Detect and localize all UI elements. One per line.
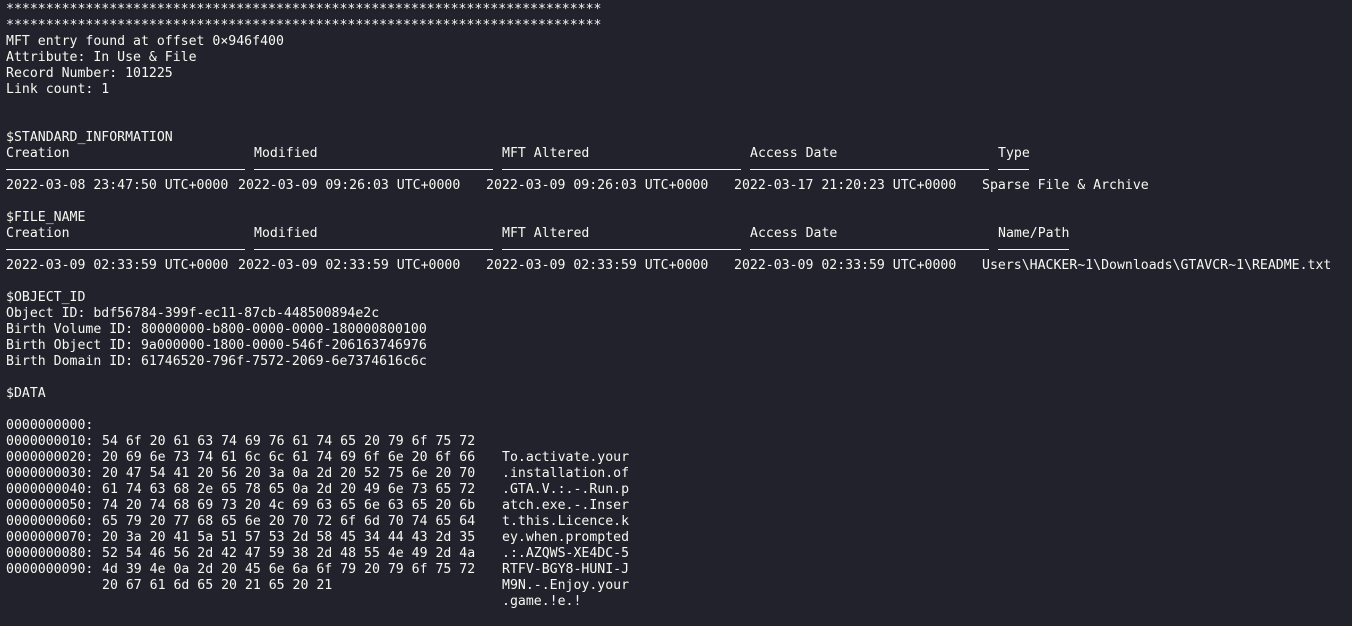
mft-attribute: Attribute: In Use & File [6,50,197,65]
si-underline-row [6,162,1029,178]
hex-row: 0000000080: 4d 39 4e 0a 2d 20 45 6e 6a 6… [6,530,629,593]
fn-header-mft-altered: MFT Altered [502,226,590,241]
hex-ascii: RTFV-BGY8-HUNI-J [502,562,630,577]
hex-row: 0000000090: 20 67 61 6d 65 20 21 65 20 2… [6,546,601,609]
fn-creation-value: 2022-03-09 02:33:59 UTC+0000 [6,258,229,273]
fn-underline-row [6,242,1069,258]
section-title-object-id: $OBJECT_ID [6,290,86,305]
header-underline [6,249,245,250]
fn-mft-altered-value: 2022-03-09 02:33:59 UTC+0000 [486,258,709,273]
si-modified-value: 2022-03-09 09:26:03 UTC+0000 [238,178,461,193]
fn-name-path-value: Users\HACKER~1\Downloads\GTAVCR~1\README… [982,258,1332,273]
si-header-row: Creation Modified MFT Altered Access Dat… [6,146,1030,162]
banner-line: ****************************************… [6,2,602,17]
banner-line: ****************************************… [6,18,602,33]
birth-object-id: Birth Object ID: 9a000000-1800-0000-546f… [6,338,427,353]
birth-domain-id: Birth Domain ID: 61746520-796f-7572-2069… [6,354,427,369]
hex-row: 0000000030: 61 74 63 68 2e 65 78 65 0a 2… [6,450,629,513]
section-title-standard-information: $STANDARD_INFORMATION [6,130,173,145]
fn-header-modified: Modified [254,226,318,241]
hex-row: 0000000070: 52 54 46 56 2d 42 47 59 38 2… [6,514,629,577]
hex-row: 0000000010: 20 69 6e 73 74 61 6c 6c 61 7… [6,418,629,481]
fn-header-name-path: Name/Path [998,226,1070,241]
header-underline [998,249,1069,250]
section-title-data: $DATA [6,386,46,401]
fn-access-date-value: 2022-03-09 02:33:59 UTC+0000 [734,258,957,273]
hex-row: 0000000000: 54 6f 20 61 63 74 69 76 61 7… [6,402,629,465]
fn-header-creation: Creation [6,226,70,241]
hex-row: 0000000020: 20 47 54 41 20 56 20 3a 0a 2… [6,434,629,497]
header-underline [254,249,493,250]
object-id: Object ID: bdf56784-399f-ec11-87cb-44850… [6,306,380,321]
hex-ascii: M9N.-.Enjoy.your [502,578,630,593]
si-header-access-date: Access Date [750,146,838,161]
header-underline [750,169,989,170]
section-title-file-name: $FILE_NAME [6,210,86,225]
si-type-value: Sparse File & Archive [982,178,1149,193]
header-underline [6,169,245,170]
si-access-date-value: 2022-03-17 21:20:23 UTC+0000 [734,178,957,193]
hex-bytes: 20 67 61 6d 65 20 21 65 20 21 [102,578,333,593]
hex-dump: 0000000000: 54 6f 20 61 63 74 69 76 61 7… [6,402,629,609]
hex-bytes: 4d 39 4e 0a 2d 20 45 6e 6a 6f 79 20 79 6… [102,562,476,577]
terminal-output: ****************************************… [6,2,1331,609]
si-header-type: Type [998,146,1030,161]
fn-modified-value: 2022-03-09 02:33:59 UTC+0000 [238,258,461,273]
hex-address: 0000000090: [6,562,94,577]
header-underline [254,169,493,170]
si-value-row: 2022-03-08 23:47:50 UTC+0000 2022-03-09 … [6,178,1149,194]
hex-row: 0000000060: 20 3a 20 41 5a 51 57 53 2d 5… [6,498,629,561]
fn-header-row: Creation Modified MFT Altered Access Dat… [6,226,1069,242]
si-header-modified: Modified [254,146,318,161]
header-underline [502,169,741,170]
si-mft-altered-value: 2022-03-09 09:26:03 UTC+0000 [486,178,709,193]
fn-value-row: 2022-03-09 02:33:59 UTC+0000 2022-03-09 … [6,258,1331,274]
birth-volume-id: Birth Volume ID: 80000000-b800-0000-0000… [6,322,427,337]
fn-header-access-date: Access Date [750,226,838,241]
header-underline [750,249,989,250]
si-header-creation: Creation [6,146,70,161]
mft-record-number: Record Number: 101225 [6,66,173,81]
hex-ascii: .game.!e.! [502,594,582,609]
hex-row: 0000000040: 74 20 74 68 69 73 20 4c 69 6… [6,466,629,529]
header-underline [502,249,741,250]
si-header-mft-altered: MFT Altered [502,146,590,161]
mft-offset: MFT entry found at offset 0×946f400 [6,34,284,49]
header-underline [998,169,1029,170]
si-creation-value: 2022-03-08 23:47:50 UTC+0000 [6,178,229,193]
hex-row: 0000000050: 65 79 20 77 68 65 6e 20 70 7… [6,482,629,545]
mft-link-count: Link count: 1 [6,82,110,97]
